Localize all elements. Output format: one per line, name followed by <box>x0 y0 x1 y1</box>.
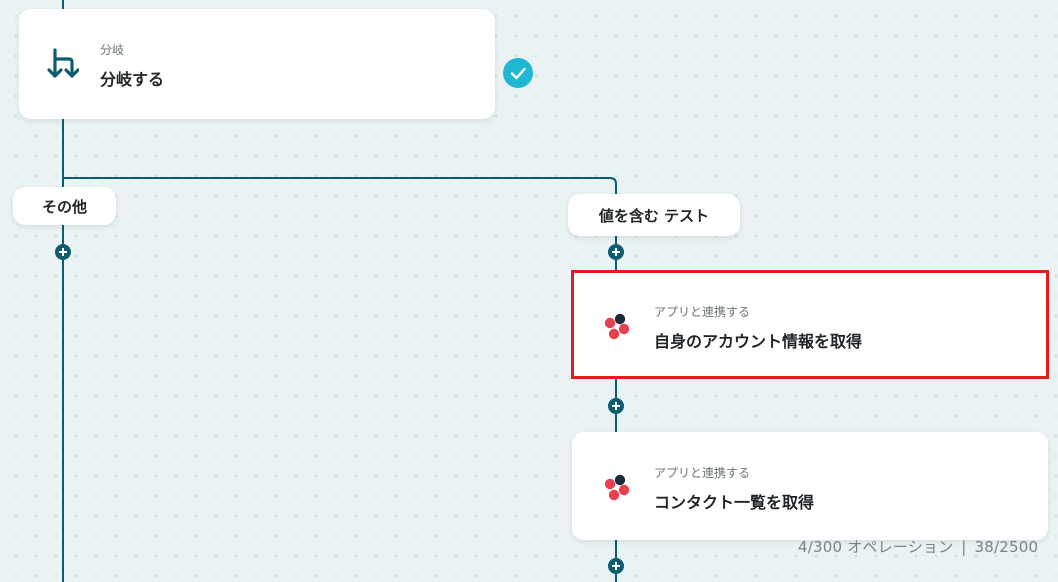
branch-icon <box>47 46 80 86</box>
step-card-list-contacts[interactable]: アプリと連携する コンタクト一覧を取得 <box>572 432 1048 540</box>
add-step-button[interactable] <box>55 244 71 260</box>
step-subtitle: アプリと連携する <box>654 466 751 480</box>
step-title: 自身のアカウント情報を取得 <box>654 332 863 351</box>
app-logo-icon <box>601 472 633 508</box>
step-title: コンタクト一覧を取得 <box>654 493 815 512</box>
operations-count: 4/300 オペレーション <box>798 538 954 556</box>
branch-connector <box>63 177 617 195</box>
branch-node-title: 分岐する <box>100 70 165 89</box>
tasks-count: 38/2500 <box>974 538 1039 556</box>
add-step-button[interactable] <box>608 558 624 574</box>
completed-check-icon <box>503 58 533 88</box>
add-step-button[interactable] <box>608 398 624 414</box>
usage-stats: 4/300 オペレーション | 38/2500 <box>798 536 1038 557</box>
branch-node-subtitle: 分岐 <box>100 43 125 57</box>
branch-node-card[interactable]: 分岐 分岐する <box>19 9 495 119</box>
workflow-canvas[interactable]: 分岐 分岐する その他 値を含む テスト アプリと連携する 自身のアカウント情報… <box>0 0 1058 582</box>
step-card-get-account-info[interactable]: アプリと連携する 自身のアカウント情報を取得 <box>571 270 1049 379</box>
branch-label-other[interactable]: その他 <box>13 187 116 225</box>
add-step-button[interactable] <box>608 244 624 260</box>
branch-label-contains[interactable]: 値を含む テスト <box>568 194 740 236</box>
stats-separator: | <box>961 538 967 556</box>
app-logo-icon <box>601 311 633 347</box>
step-subtitle: アプリと連携する <box>654 305 751 319</box>
